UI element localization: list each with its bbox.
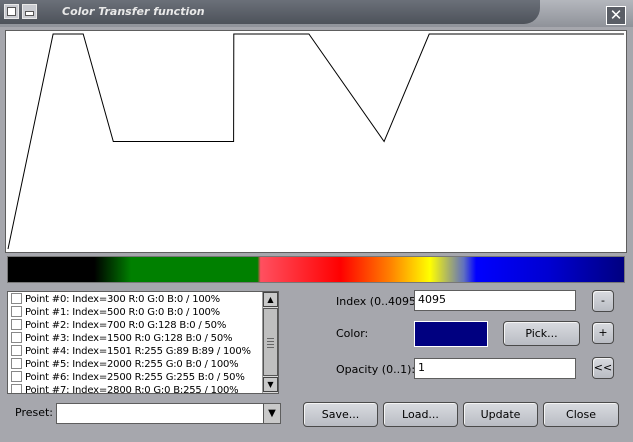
window-title: Color Transfer function	[62, 5, 205, 18]
opacity-field[interactable]: 1	[414, 358, 576, 379]
close-icon[interactable]: ✕	[606, 6, 626, 25]
pick-color-button[interactable]: Pick...	[503, 321, 580, 346]
control-point[interactable]	[80, 31, 86, 37]
chevron-down-icon[interactable]: ▼	[263, 404, 280, 423]
point-label: Point #1: Index=500 R:0 G:0 B:0 / 100%	[25, 307, 220, 318]
index-field[interactable]: 4095	[414, 290, 576, 311]
color-swatch[interactable]	[414, 321, 488, 347]
list-item[interactable]: Point #1: Index=500 R:0 G:0 B:0 / 100%	[11, 306, 220, 319]
point-checkbox[interactable]	[11, 319, 22, 330]
preset-select[interactable]: ▼	[56, 403, 281, 424]
close-button[interactable]: Close	[543, 402, 619, 427]
control-point[interactable]	[231, 31, 237, 37]
control-point[interactable]	[6, 246, 11, 252]
remove-point-button[interactable]: -	[592, 290, 614, 312]
preset-label: Preset:	[15, 406, 54, 419]
minimize-icon[interactable]	[22, 4, 37, 19]
point-label: Point #2: Index=700 R:0 G:128 B:0 / 50%	[25, 320, 227, 331]
point-label: Point #0: Index=300 R:0 G:0 B:0 / 100%	[25, 294, 220, 305]
point-label: Point #5: Index=2000 R:255 G:0 B:0 / 100…	[25, 359, 239, 370]
control-point[interactable]	[231, 139, 237, 145]
list-item[interactable]: Point #7: Index=2800 R:0 G:0 B:255 / 100…	[11, 384, 239, 394]
point-checkbox[interactable]	[11, 371, 22, 382]
update-button[interactable]: Update	[463, 402, 538, 427]
transfer-function-graph[interactable]	[5, 30, 627, 253]
point-list-scrollbar[interactable]: ▲ ▼	[262, 292, 278, 393]
point-checkbox[interactable]	[11, 293, 22, 304]
point-checkbox[interactable]	[11, 358, 22, 369]
point-checkbox[interactable]	[11, 384, 22, 393]
list-item[interactable]: Point #6: Index=2500 R:255 G:255 B:0 / 5…	[11, 371, 245, 384]
control-point[interactable]	[50, 31, 56, 37]
title-bar: Color Transfer function ✕	[0, 0, 633, 27]
point-label: Point #3: Index=1500 R:0 G:128 B:0 / 50%	[25, 333, 233, 344]
scroll-thumb[interactable]	[263, 308, 278, 376]
control-point[interactable]	[306, 31, 312, 37]
window-menu-icon[interactable]	[4, 4, 19, 19]
color-label: Color:	[336, 327, 369, 340]
list-item[interactable]: Point #5: Index=2000 R:255 G:0 B:0 / 100…	[11, 358, 239, 371]
transfer-function-line	[7, 33, 624, 250]
point-label: Point #4: Index=1501 R:255 G:89 B:89 / 1…	[25, 346, 251, 357]
list-item[interactable]: Point #4: Index=1501 R:255 G:89 B:89 / 1…	[11, 345, 251, 358]
point-checkbox[interactable]	[11, 332, 22, 343]
color-gradient-bar	[7, 256, 625, 283]
point-checkbox[interactable]	[11, 345, 22, 356]
opacity-label: Opacity (0..1):	[336, 363, 416, 376]
point-label: Point #6: Index=2500 R:255 G:255 B:0 / 5…	[25, 372, 245, 383]
load-button[interactable]: Load...	[383, 402, 458, 427]
transfer-function-points[interactable]	[6, 31, 626, 252]
transfer-function-plot[interactable]	[6, 31, 626, 252]
scroll-down-icon[interactable]: ▼	[263, 377, 278, 392]
point-list[interactable]: Point #0: Index=300 R:0 G:0 B:0 / 100% P…	[7, 291, 279, 394]
index-label: Index (0..4095):	[336, 295, 425, 308]
control-point[interactable]	[426, 31, 432, 37]
back-button[interactable]: <<	[592, 357, 614, 379]
control-point[interactable]	[110, 139, 116, 145]
list-item[interactable]: Point #0: Index=300 R:0 G:0 B:0 / 100%	[11, 293, 220, 306]
scroll-up-icon[interactable]: ▲	[263, 292, 278, 307]
control-point[interactable]	[381, 139, 387, 145]
list-item[interactable]: Point #2: Index=700 R:0 G:128 B:0 / 50%	[11, 319, 226, 332]
add-point-button[interactable]: +	[592, 322, 614, 344]
control-point[interactable]	[621, 31, 626, 37]
save-button[interactable]: Save...	[303, 402, 378, 427]
list-item[interactable]: Point #3: Index=1500 R:0 G:128 B:0 / 50%	[11, 332, 233, 345]
point-label: Point #7: Index=2800 R:0 G:0 B:255 / 100…	[25, 385, 239, 394]
color-transfer-window: Color Transfer function ✕ Point #0: Inde…	[0, 0, 633, 442]
point-checkbox[interactable]	[11, 306, 22, 317]
